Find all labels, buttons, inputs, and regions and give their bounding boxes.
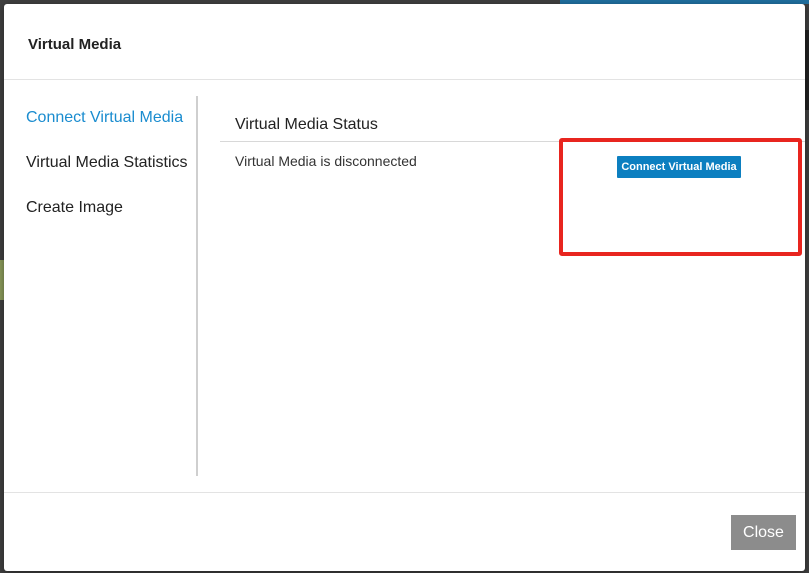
close-button[interactable]: Close xyxy=(731,515,796,550)
status-text: Virtual Media is disconnected xyxy=(235,153,417,169)
virtual-media-dialog: Virtual Media Connect Virtual Media Virt… xyxy=(4,4,805,571)
nav-item-virtual-media-statistics[interactable]: Virtual Media Statistics xyxy=(26,152,196,197)
dialog-title: Virtual Media xyxy=(28,36,122,53)
section-title: Virtual Media Status xyxy=(220,108,805,142)
connect-virtual-media-button[interactable]: Connect Virtual Media xyxy=(617,156,741,178)
nav-divider xyxy=(196,96,198,476)
side-nav: Connect Virtual Media Virtual Media Stat… xyxy=(26,107,196,242)
dialog-header: Virtual Media xyxy=(4,4,805,80)
dialog-footer: Close xyxy=(4,492,805,571)
nav-item-connect-virtual-media[interactable]: Connect Virtual Media xyxy=(26,107,196,152)
dialog-body: Connect Virtual Media Virtual Media Stat… xyxy=(4,81,805,492)
nav-item-create-image[interactable]: Create Image xyxy=(26,197,196,242)
status-row: Virtual Media is disconnected Connect Vi… xyxy=(220,142,805,202)
main-content: Virtual Media Status Virtual Media is di… xyxy=(220,108,805,202)
